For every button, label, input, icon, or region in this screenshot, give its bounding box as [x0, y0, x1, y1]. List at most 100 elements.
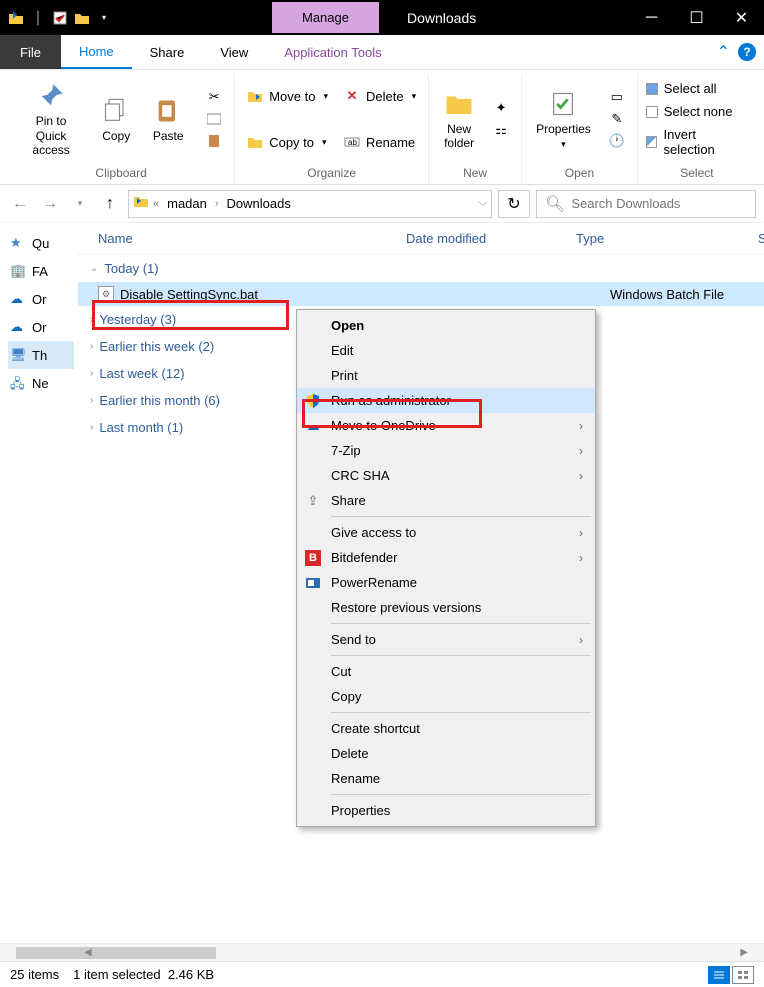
column-date[interactable]: Date modified: [398, 231, 568, 246]
new-item-button[interactable]: ✦: [487, 98, 515, 118]
menu-create-shortcut[interactable]: Create shortcut: [297, 716, 595, 741]
tree-this-pc[interactable]: 🖥Th: [8, 341, 74, 369]
refresh-button[interactable]: ↻: [498, 190, 530, 218]
menu-separator: [331, 794, 591, 795]
scrollbar-thumb[interactable]: [16, 947, 216, 959]
open-group-label: Open: [565, 164, 594, 184]
scissors-icon: ✂: [206, 89, 222, 105]
address-bar[interactable]: « madan › Downloads ⌵: [128, 190, 492, 218]
qat-newfolder-icon[interactable]: [74, 10, 90, 26]
menu-give-access[interactable]: Give access to›: [297, 520, 595, 545]
qat-properties-icon[interactable]: [52, 10, 68, 26]
search-input[interactable]: [571, 196, 747, 211]
application-tools-tab[interactable]: Application Tools: [266, 35, 399, 69]
menu-properties[interactable]: Properties: [297, 798, 595, 823]
file-tab[interactable]: File: [0, 35, 61, 69]
new-item-icon: ✦: [493, 100, 509, 116]
home-tab[interactable]: Home: [61, 35, 132, 69]
tree-quick-access[interactable]: ★Qu: [8, 229, 74, 257]
view-tab[interactable]: View: [202, 35, 266, 69]
edit-icon: ✎: [609, 111, 625, 127]
search-box[interactable]: 🔍︎: [536, 190, 756, 218]
cut-button[interactable]: ✂: [200, 87, 228, 107]
details-view-toggle[interactable]: [708, 966, 730, 984]
chevron-right-icon: ›: [90, 314, 93, 325]
bat-file-icon: ⚙: [98, 286, 114, 302]
menu-crcsha[interactable]: CRC SHA›: [297, 463, 595, 488]
move-to-button[interactable]: Move to▾: [241, 86, 334, 106]
menu-cut[interactable]: Cut: [297, 659, 595, 684]
manage-tab[interactable]: Manage: [272, 2, 379, 33]
menu-rename[interactable]: Rename: [297, 766, 595, 791]
menu-edit[interactable]: Edit: [297, 338, 595, 363]
paste-icon: [152, 95, 184, 127]
easy-access-button[interactable]: ⚏: [487, 120, 515, 140]
rename-button[interactable]: ab Rename: [338, 132, 422, 152]
menu-open[interactable]: Open: [297, 313, 595, 338]
menu-restore[interactable]: Restore previous versions: [297, 595, 595, 620]
pin-quick-access-button[interactable]: Pin to Quick access: [14, 76, 88, 161]
up-button[interactable]: ↑: [98, 192, 122, 216]
select-none-button[interactable]: Select none: [644, 103, 750, 120]
tree-onedrive1[interactable]: ☁Or: [8, 285, 74, 313]
close-button[interactable]: ✕: [719, 0, 764, 35]
menu-delete[interactable]: Delete: [297, 741, 595, 766]
menu-print[interactable]: Print: [297, 363, 595, 388]
menu-7zip[interactable]: 7-Zip›: [297, 438, 595, 463]
breadcrumb-part1[interactable]: madan: [163, 194, 211, 213]
menu-powerrename[interactable]: PowerRename: [297, 570, 595, 595]
chevron-right-icon: ›: [579, 444, 583, 458]
help-icon[interactable]: ?: [738, 43, 756, 61]
menu-separator: [331, 623, 591, 624]
open-button[interactable]: ▭: [603, 87, 631, 107]
horizontal-scrollbar[interactable]: ◀ ▶: [0, 943, 764, 961]
menu-bitdefender[interactable]: B Bitdefender›: [297, 545, 595, 570]
tree-onedrive2[interactable]: ☁Or: [8, 313, 74, 341]
maximize-button[interactable]: ☐: [674, 0, 719, 35]
minimize-button[interactable]: ─: [629, 0, 674, 35]
paste-button[interactable]: Paste: [144, 91, 192, 147]
copy-path-button[interactable]: [200, 109, 228, 129]
window-title: Downloads: [407, 10, 476, 26]
menu-copy[interactable]: Copy: [297, 684, 595, 709]
paste-shortcut-button[interactable]: [200, 131, 228, 151]
tree-network[interactable]: 🖧Ne: [8, 369, 74, 397]
invert-selection-button[interactable]: Invert selection: [644, 126, 750, 158]
delete-button[interactable]: ✕ Delete▾: [338, 86, 422, 106]
new-folder-button[interactable]: New folder: [435, 84, 483, 155]
chevron-right-icon: ›: [579, 419, 583, 433]
powerrename-icon: [305, 575, 321, 591]
copy-button[interactable]: Copy: [92, 91, 140, 147]
pin-icon: [35, 80, 67, 112]
icons-view-toggle[interactable]: [732, 966, 754, 984]
qat-dropdown-icon[interactable]: ▾: [96, 10, 112, 26]
share-tab[interactable]: Share: [132, 35, 203, 69]
rename-icon: ab: [344, 134, 360, 150]
chevron-right-icon[interactable]: ›: [215, 198, 219, 210]
column-type[interactable]: Type: [568, 231, 750, 246]
crumb-dropdown-icon[interactable]: «: [153, 198, 159, 210]
menu-send-to[interactable]: Send to›: [297, 627, 595, 652]
ribbon-collapse-icon[interactable]: ⌃: [717, 42, 730, 62]
menu-run-admin[interactable]: Run as administrator: [297, 388, 595, 413]
back-button[interactable]: ←: [8, 192, 32, 216]
tree-favorites[interactable]: 🏢FA: [8, 257, 74, 285]
select-all-button[interactable]: Select all: [644, 80, 750, 97]
properties-button[interactable]: Properties▾: [528, 84, 599, 153]
group-today[interactable]: ⌄Today (1): [78, 255, 764, 282]
history-button[interactable]: 🕐: [603, 131, 631, 151]
column-name[interactable]: Name: [78, 231, 398, 246]
breadcrumb-part2[interactable]: Downloads: [223, 194, 295, 213]
copy-to-button[interactable]: Copy to▾: [241, 132, 334, 152]
recent-dropdown[interactable]: ▾: [68, 192, 92, 216]
menu-move-onedrive[interactable]: ☁ Move to OneDrive›: [297, 413, 595, 438]
forward-button[interactable]: →: [38, 192, 62, 216]
chevron-right-icon: ›: [579, 526, 583, 540]
menu-share[interactable]: ⇪ Share: [297, 488, 595, 513]
new-group-label: New: [463, 164, 487, 184]
menu-separator: [331, 516, 591, 517]
file-row-selected[interactable]: ⚙ Disable SettingSync.bat Windows Batch …: [78, 282, 764, 306]
edit-button[interactable]: ✎: [603, 109, 631, 129]
column-size[interactable]: S: [750, 231, 764, 246]
address-dropdown-icon[interactable]: ⌵: [479, 197, 487, 210]
